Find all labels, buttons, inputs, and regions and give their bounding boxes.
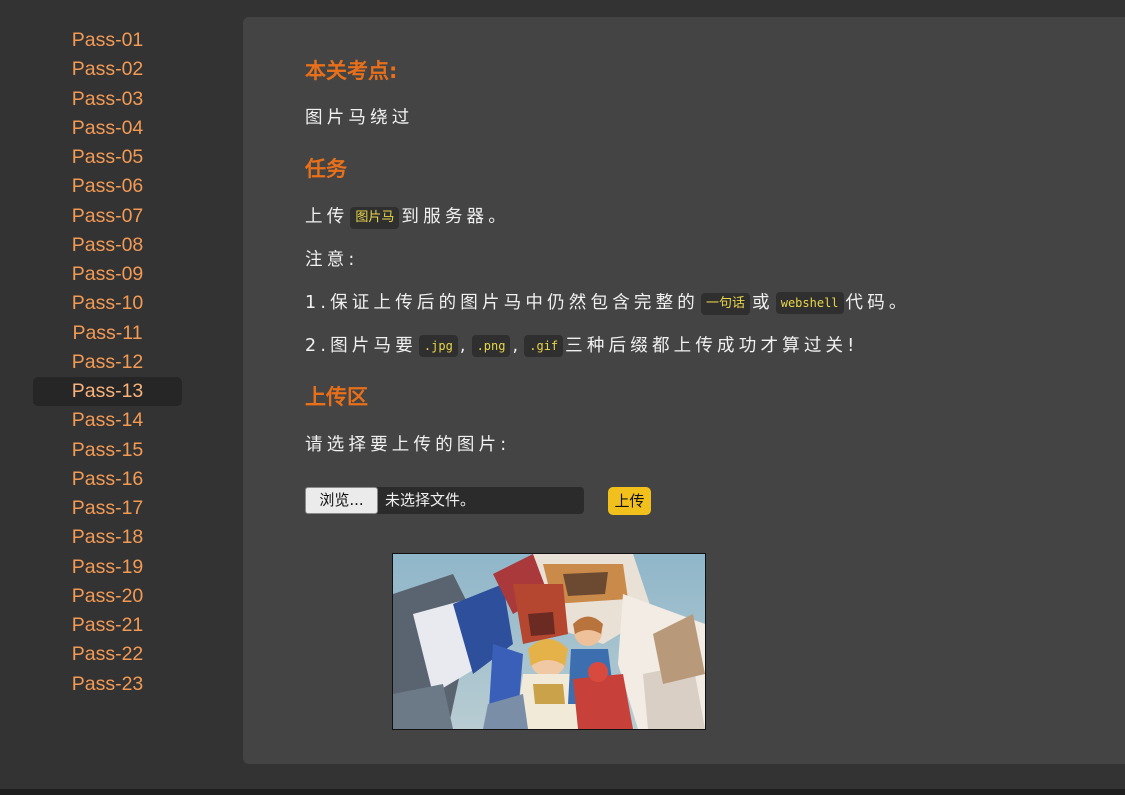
file-status-text: 未选择文件。 [385,491,476,509]
sidebar-item-pass-09[interactable]: Pass-09 [33,260,182,289]
rule-2-text-before: 2.图片马要 [305,336,417,356]
code-tag-gif: .gif [524,335,564,357]
sidebar-item-pass-02[interactable]: Pass-02 [33,55,182,84]
note-label: 注意: [305,250,359,270]
sidebar-item-pass-22[interactable]: Pass-22 [33,640,182,669]
sidebar-item-pass-06[interactable]: Pass-06 [33,172,182,201]
code-tag-webshell: webshell [775,292,844,314]
sidebar-item-pass-04[interactable]: Pass-04 [33,114,182,143]
sidebar-item-pass-15[interactable]: Pass-15 [33,436,182,465]
bottom-bar [0,789,1125,795]
task-line: 上传 图片马 到服务器。 [305,204,510,230]
rule-1-text-mid: 或 [752,293,774,313]
topic-heading: 本关考点: [305,59,398,83]
rule-1-text-before: 1.保证上传后的图片马中仍然包含完整的 [305,293,699,313]
preview-illustration [393,554,705,729]
sidebar-item-pass-18[interactable]: Pass-18 [33,523,182,552]
sidebar-item-pass-08[interactable]: Pass-08 [33,231,182,260]
sidebar-item-pass-01[interactable]: Pass-01 [33,26,182,55]
sidebar-item-pass-17[interactable]: Pass-17 [33,494,182,523]
sidebar-item-pass-05[interactable]: Pass-05 [33,143,182,172]
upload-submit-button[interactable]: 上传 [608,487,651,515]
sidebar-item-pass-16[interactable]: Pass-16 [33,465,182,494]
code-tag-image-trojan: 图片马 [350,207,400,229]
task-text-before: 上传 [305,207,349,227]
file-input[interactable]: 浏览... 未选择文件。 [305,487,584,514]
sidebar-nav: Pass-01 Pass-02 Pass-03 Pass-04 Pass-05 … [33,26,182,699]
sidebar-item-pass-21[interactable]: Pass-21 [33,611,182,640]
main-panel: 本关考点: 图片马绕过 任务 上传 图片马 到服务器。 注意: 1.保证上传后的图片… [243,17,1125,764]
task-text-after: 到服务器。 [401,207,510,227]
code-tag-one-liner: 一句话 [701,293,751,315]
code-tag-jpg: .jpg [418,335,458,357]
sidebar-item-pass-12[interactable]: Pass-12 [33,348,182,377]
rule-2-separator-2: , [512,336,523,356]
sidebar-item-pass-13-active[interactable]: Pass-13 [33,377,182,407]
rule-2-text-after: 三种后缀都上传成功才算过关! [565,336,859,356]
sidebar-item-pass-14[interactable]: Pass-14 [33,406,182,435]
upload-heading: 上传区 [305,385,368,409]
uploaded-image-preview [392,553,706,730]
topic-text: 图片马绕过 [305,108,414,128]
upload-prompt: 请选择要上传的图片: [305,435,511,455]
sidebar-item-pass-20[interactable]: Pass-20 [33,582,182,611]
rule-1-text-after: 代码。 [845,293,911,313]
sidebar-item-pass-23[interactable]: Pass-23 [33,670,182,699]
task-heading: 任务 [305,157,347,181]
page: Pass-01 Pass-02 Pass-03 Pass-04 Pass-05 … [0,0,1125,795]
sidebar-item-pass-11[interactable]: Pass-11 [33,319,182,348]
rule-1: 1.保证上传后的图片马中仍然包含完整的 一句话或 webshell 代码。 [305,290,911,316]
sidebar-item-pass-10[interactable]: Pass-10 [33,289,182,318]
browse-button[interactable]: 浏览... [305,487,378,514]
rule-2-separator-1: , [459,336,470,356]
code-tag-png: .png [471,335,511,357]
sidebar-item-pass-07[interactable]: Pass-07 [33,202,182,231]
sidebar-item-pass-19[interactable]: Pass-19 [33,553,182,582]
rule-2: 2.图片马要 .jpg, .png, .gif 三种后缀都上传成功才算过关! [305,333,858,359]
upload-form: 浏览... 未选择文件。 上传 [305,487,705,515]
sidebar-item-pass-03[interactable]: Pass-03 [33,85,182,114]
